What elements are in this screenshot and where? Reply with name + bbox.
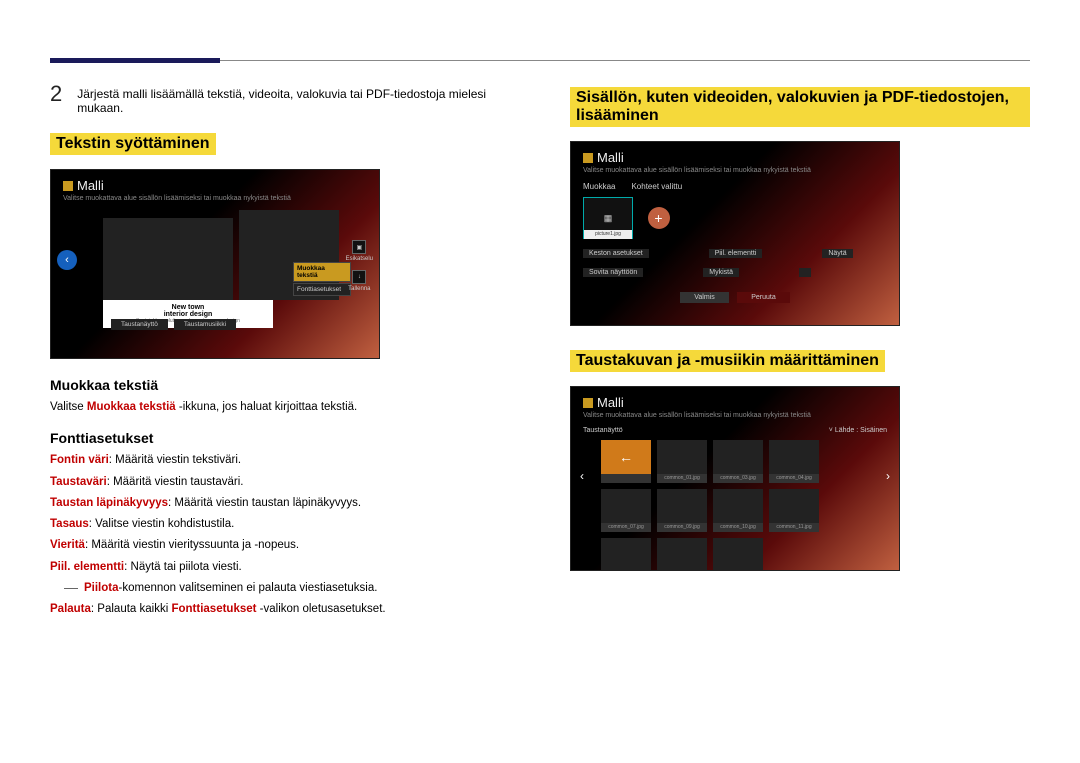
step-text: Järjestä malli lisäämällä tekstiä, video… xyxy=(77,81,510,115)
shot-title: Malli xyxy=(597,395,624,410)
screenshot-add-content: Malli Valitse muokattava alue sisällön l… xyxy=(570,141,900,326)
context-menu: Muokkaa tekstiä Fonttiasetukset xyxy=(293,262,351,297)
row-label: Sovita näyttöön xyxy=(583,268,643,277)
crumb: Taustanäyttö xyxy=(583,427,623,434)
textbox-line2: interior design xyxy=(164,311,213,318)
thumb: common_09.jpg xyxy=(657,489,707,532)
screenshot-background: Malli Valitse muokattava alue sisällön l… xyxy=(570,386,900,571)
subhead-edit-text: Muokkaa tekstiä xyxy=(50,377,510,393)
row-label: Piil. elementti xyxy=(709,249,763,258)
textbox-line1: New town xyxy=(172,304,205,311)
heading-bg-music: Taustakuvan ja -musiikin määrittäminen xyxy=(570,350,885,372)
tab: Kohteet valittu xyxy=(631,182,682,191)
thumb: common_11.jpg xyxy=(769,489,819,532)
thumb: common_01.jpg xyxy=(657,440,707,483)
thumb: common_04.jpg xyxy=(769,440,819,483)
subhead-font-settings: Fonttiasetukset xyxy=(50,430,510,446)
item: Vieritä: Määritä viestin vierityssuunta … xyxy=(50,537,510,554)
item: Palauta: Palauta kaikki Fonttiasetukset … xyxy=(50,601,510,618)
bg-tab: Taustanäyttö xyxy=(111,319,168,330)
chevron-left-icon: ‹ xyxy=(575,469,589,483)
shot-subtitle: Valitse muokattava alue sisällön lisäämi… xyxy=(583,167,887,174)
ctx-item-font: Fonttiasetukset xyxy=(293,283,351,296)
chevron-right-icon: › xyxy=(881,469,895,483)
row-label: Näytä xyxy=(822,249,852,258)
thumb: common xyxy=(713,538,763,571)
para: Valitse Muokkaa tekstiä -ikkuna, jos hal… xyxy=(50,399,510,416)
row-label: Keston asetukset xyxy=(583,249,649,258)
item: Taustan läpinäkyvyys: Määritä viestin ta… xyxy=(50,495,510,512)
save-button: ↓Tallenna xyxy=(346,270,373,292)
heading-add-content: Sisällön, kuten videoiden, valokuvien ja… xyxy=(570,87,1030,127)
note: Piilota-komennon valitseminen ei palauta… xyxy=(64,580,510,597)
shot-subtitle: Valitse muokattava alue sisällön lisäämi… xyxy=(63,195,367,202)
source: Lähde : Sisäinen xyxy=(835,427,887,434)
item: Fontin väri: Määritä viestin tekstiväri. xyxy=(50,452,510,469)
thumb: common_07.jpg xyxy=(601,489,651,532)
shot-title: Malli xyxy=(77,178,104,193)
shot-title: Malli xyxy=(597,150,624,165)
shot-subtitle: Valitse muokattava alue sisällön lisäämi… xyxy=(583,412,887,419)
back-folder: ← xyxy=(601,440,651,483)
thumb: common_13.jpg xyxy=(657,538,707,571)
item: Taustaväri: Määritä viestin taustaväri. xyxy=(50,474,510,491)
template-pane: New town interior design Sustainble evol… xyxy=(103,218,233,328)
tab: Muokkaa xyxy=(583,182,615,191)
thumb: common_10.jpg xyxy=(713,489,763,532)
screenshot-template-editor: Malli Valitse muokattava alue sisällön l… xyxy=(50,169,380,359)
back-icon: ‹ xyxy=(57,250,77,270)
item: Tasaus: Valitse viestin kohdistustila. xyxy=(50,516,510,533)
thumb: common_03.jpg xyxy=(713,440,763,483)
preview-button: ▣Esikatselu xyxy=(346,240,373,262)
done-button: Valmis xyxy=(680,292,728,303)
step-number: 2 xyxy=(50,81,62,107)
thumb: common_12.jpg xyxy=(601,538,651,571)
add-icon: + xyxy=(648,207,670,229)
cancel-button: Peruuta xyxy=(737,292,790,303)
music-tab: Taustamusiikki xyxy=(174,319,236,330)
item: Piil. elementti: Näytä tai piilota viest… xyxy=(50,559,510,576)
thumbnail: ▦picture1.jpg xyxy=(583,197,633,239)
row-label: Mykistä xyxy=(703,268,739,277)
heading-text-entry: Tekstin syöttäminen xyxy=(50,133,216,155)
ctx-item-edit: Muokkaa tekstiä xyxy=(293,262,351,282)
